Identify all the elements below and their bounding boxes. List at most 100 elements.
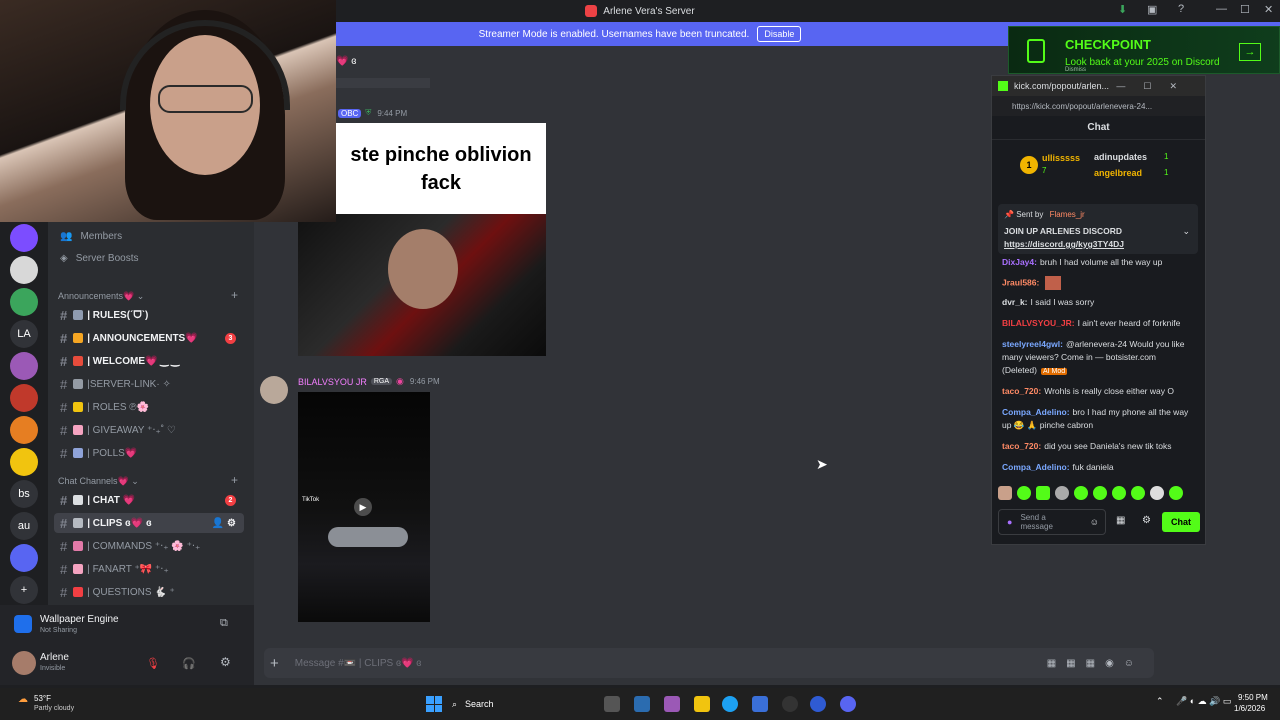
create-channel-icon[interactable]: +	[231, 473, 238, 487]
tiktok-icon[interactable]	[782, 696, 798, 712]
tray-chevron-icon[interactable]: ⌃	[1156, 696, 1164, 707]
maximize-button[interactable]: ☐	[1240, 3, 1250, 16]
author-name[interactable]: BILALVSYOU JR	[298, 377, 367, 387]
clock-date[interactable]: 1/6/2026	[1234, 704, 1265, 713]
disable-streamer-mode-button[interactable]: Disable	[757, 26, 802, 42]
emote-icon[interactable]	[998, 486, 1012, 500]
close-button[interactable]: ✕	[1264, 3, 1273, 16]
wallpaper-engine-panel[interactable]: Wallpaper Engine Not Sharing ⧉	[0, 605, 254, 643]
discord-taskbar-icon[interactable]	[840, 696, 856, 712]
clock-time[interactable]: 9:50 PM	[1238, 693, 1268, 702]
mic-muted-icon[interactable]: 🎙	[146, 657, 160, 670]
headphones-icon[interactable]: 🎧	[182, 657, 196, 670]
store-app-icon[interactable]	[634, 696, 650, 712]
avatar[interactable]	[12, 651, 36, 675]
file-explorer-icon[interactable]	[694, 696, 710, 712]
channel-item[interactable]: # | FANART ⁺🎀 ⁺‧₊	[54, 559, 244, 579]
kick-chat-send-button[interactable]: Chat	[1162, 512, 1200, 532]
emote-icon[interactable]	[1131, 486, 1145, 500]
server-icon[interactable]	[10, 256, 38, 284]
chevron-down-icon[interactable]: ⌄	[1182, 226, 1190, 237]
emote-icon[interactable]	[1169, 486, 1183, 500]
checkpoint-banner[interactable]: CHECKPOINT Look back at your 2025 on Dis…	[1008, 26, 1280, 74]
kick-send-input[interactable]: ● Send a message ☺	[998, 509, 1106, 535]
avatar[interactable]	[260, 376, 288, 404]
emote-icon[interactable]	[1150, 486, 1164, 500]
channel-item[interactable]: # | RULES(ˊᗜˋ)	[54, 305, 244, 325]
composer-tools-icons[interactable]: ▦▦▦◉☺	[1047, 658, 1144, 669]
server-icon[interactable]: +	[10, 576, 38, 604]
video-embed[interactable]: TikTok ▶	[298, 392, 430, 622]
chat-username[interactable]: taco_720:	[1002, 386, 1041, 396]
channel-item[interactable]: # | CLIPS ɞ💗 ɞ 👤 ⚙	[54, 513, 244, 533]
chat-username[interactable]: taco_720:	[1002, 441, 1041, 451]
emoji-icon[interactable]: ☺	[1090, 517, 1099, 527]
server-icon[interactable]: bs	[10, 480, 38, 508]
server-icon[interactable]: au	[10, 512, 38, 540]
chat-username[interactable]: steelyreel4gwl:	[1002, 339, 1063, 349]
server-icon[interactable]	[10, 448, 38, 476]
pinned-message[interactable]: 📌 Sent by Flames_jr JOIN UP ARLENES DISC…	[998, 204, 1198, 254]
server-boosts-row[interactable]: ◈ Server Boosts	[54, 248, 244, 268]
dismiss-link[interactable]: Dismiss	[1065, 67, 1086, 73]
kick-settings-icon[interactable]: ⚙	[1142, 515, 1151, 526]
app-icon[interactable]	[752, 696, 768, 712]
settings-gear-icon[interactable]: ⚙	[220, 655, 231, 669]
task-view-icon[interactable]	[604, 696, 620, 712]
channel-item[interactable]: # | QUESTIONS 🐇 ⁺	[54, 582, 244, 602]
emote-icon[interactable]	[1036, 486, 1050, 500]
server-icon[interactable]	[10, 544, 38, 572]
create-channel-icon[interactable]: +	[231, 288, 238, 302]
channel-item[interactable]: # | POLLS💗	[54, 443, 244, 463]
kick-window-controls-icon[interactable]: —☐✕	[1116, 81, 1195, 92]
emote-icon[interactable]	[1112, 486, 1126, 500]
emote-icon[interactable]	[1093, 486, 1107, 500]
channel-item[interactable]: # | COMMANDS ⁺‧₊ 🌸 ⁺‧₊	[54, 536, 244, 556]
mic-icon[interactable]: ●	[1007, 517, 1012, 527]
server-icon[interactable]	[10, 288, 38, 316]
app-icon[interactable]	[810, 696, 826, 712]
top-gifter-name[interactable]: ullisssss	[1042, 153, 1080, 163]
emote-icon[interactable]	[1055, 486, 1069, 500]
username[interactable]: Arlene	[40, 652, 69, 663]
channel-item[interactable]: # | ANNOUNCEMENTS💗 3	[54, 328, 244, 348]
channel-item[interactable]: # |SERVER-LINK· ✧	[54, 374, 244, 394]
download-icon[interactable]: ⬇	[1118, 3, 1127, 16]
channel-item[interactable]: # | WELCOME💗 ‿ ‿	[54, 351, 244, 371]
arrow-right-icon[interactable]: →	[1239, 43, 1261, 61]
chat-username[interactable]: dvr_k:	[1002, 297, 1028, 307]
channel-settings-icon[interactable]: 👤 ⚙	[212, 518, 236, 529]
chat-username[interactable]: Compa_Adelino:	[1002, 407, 1070, 417]
gifter-1-name[interactable]: adinupdates	[1094, 152, 1147, 162]
weather-temp[interactable]: 53°F	[34, 694, 51, 703]
gifter-2-name[interactable]: angelbread	[1094, 168, 1142, 178]
server-icon[interactable]	[10, 352, 38, 380]
minimize-button[interactable]: —	[1216, 3, 1227, 15]
server-icon[interactable]	[10, 416, 38, 444]
category-chat-channels[interactable]: Chat Channels💗 ⌄	[58, 476, 139, 487]
copilot-icon[interactable]	[664, 696, 680, 712]
category-announcements[interactable]: Announcements💗 ⌄	[58, 291, 144, 302]
chat-username[interactable]: Compa_Adelino:	[1002, 462, 1070, 472]
meme-photo[interactable]	[298, 214, 546, 356]
sent-by-name[interactable]: Flames_jr	[1050, 210, 1085, 219]
message-input[interactable]: Message #📼 | CLIPS ɞ💗 ɞ	[295, 658, 422, 669]
message-composer[interactable]: + Message #📼 | CLIPS ɞ💗 ɞ ▦▦▦◉☺	[264, 648, 1154, 678]
pinned-link[interactable]: https://discord.gg/kyg3TY4DJ	[1004, 239, 1124, 249]
taskbar-search[interactable]: ⌕ Search	[452, 694, 552, 714]
emote-icon[interactable]	[1074, 486, 1088, 500]
chat-username[interactable]: BILALVSYOU_JR:	[1002, 318, 1075, 328]
play-icon[interactable]: ▶	[354, 498, 372, 516]
channel-item[interactable]: # | GIVEAWAY ⁺‧₊˚ ♡	[54, 420, 244, 440]
emote-icon[interactable]	[1017, 486, 1031, 500]
server-icon[interactable]	[10, 384, 38, 412]
server-icon[interactable]	[10, 224, 38, 252]
edge-icon[interactable]	[722, 696, 738, 712]
help-icon[interactable]: ?	[1178, 3, 1184, 15]
kick-address-bar[interactable]: https://kick.com/popout/arlenevera-24...	[992, 96, 1205, 116]
chat-username[interactable]: Jraul586:	[1002, 277, 1039, 287]
store-icon[interactable]: ▦	[1116, 515, 1125, 526]
windows-start-icon[interactable]	[426, 696, 442, 712]
tray-icons[interactable]: 🎤 ◐ ☁ 🔊 ▭	[1176, 696, 1231, 707]
channel-item[interactable]: # | ROLES ℗🌸	[54, 397, 244, 417]
